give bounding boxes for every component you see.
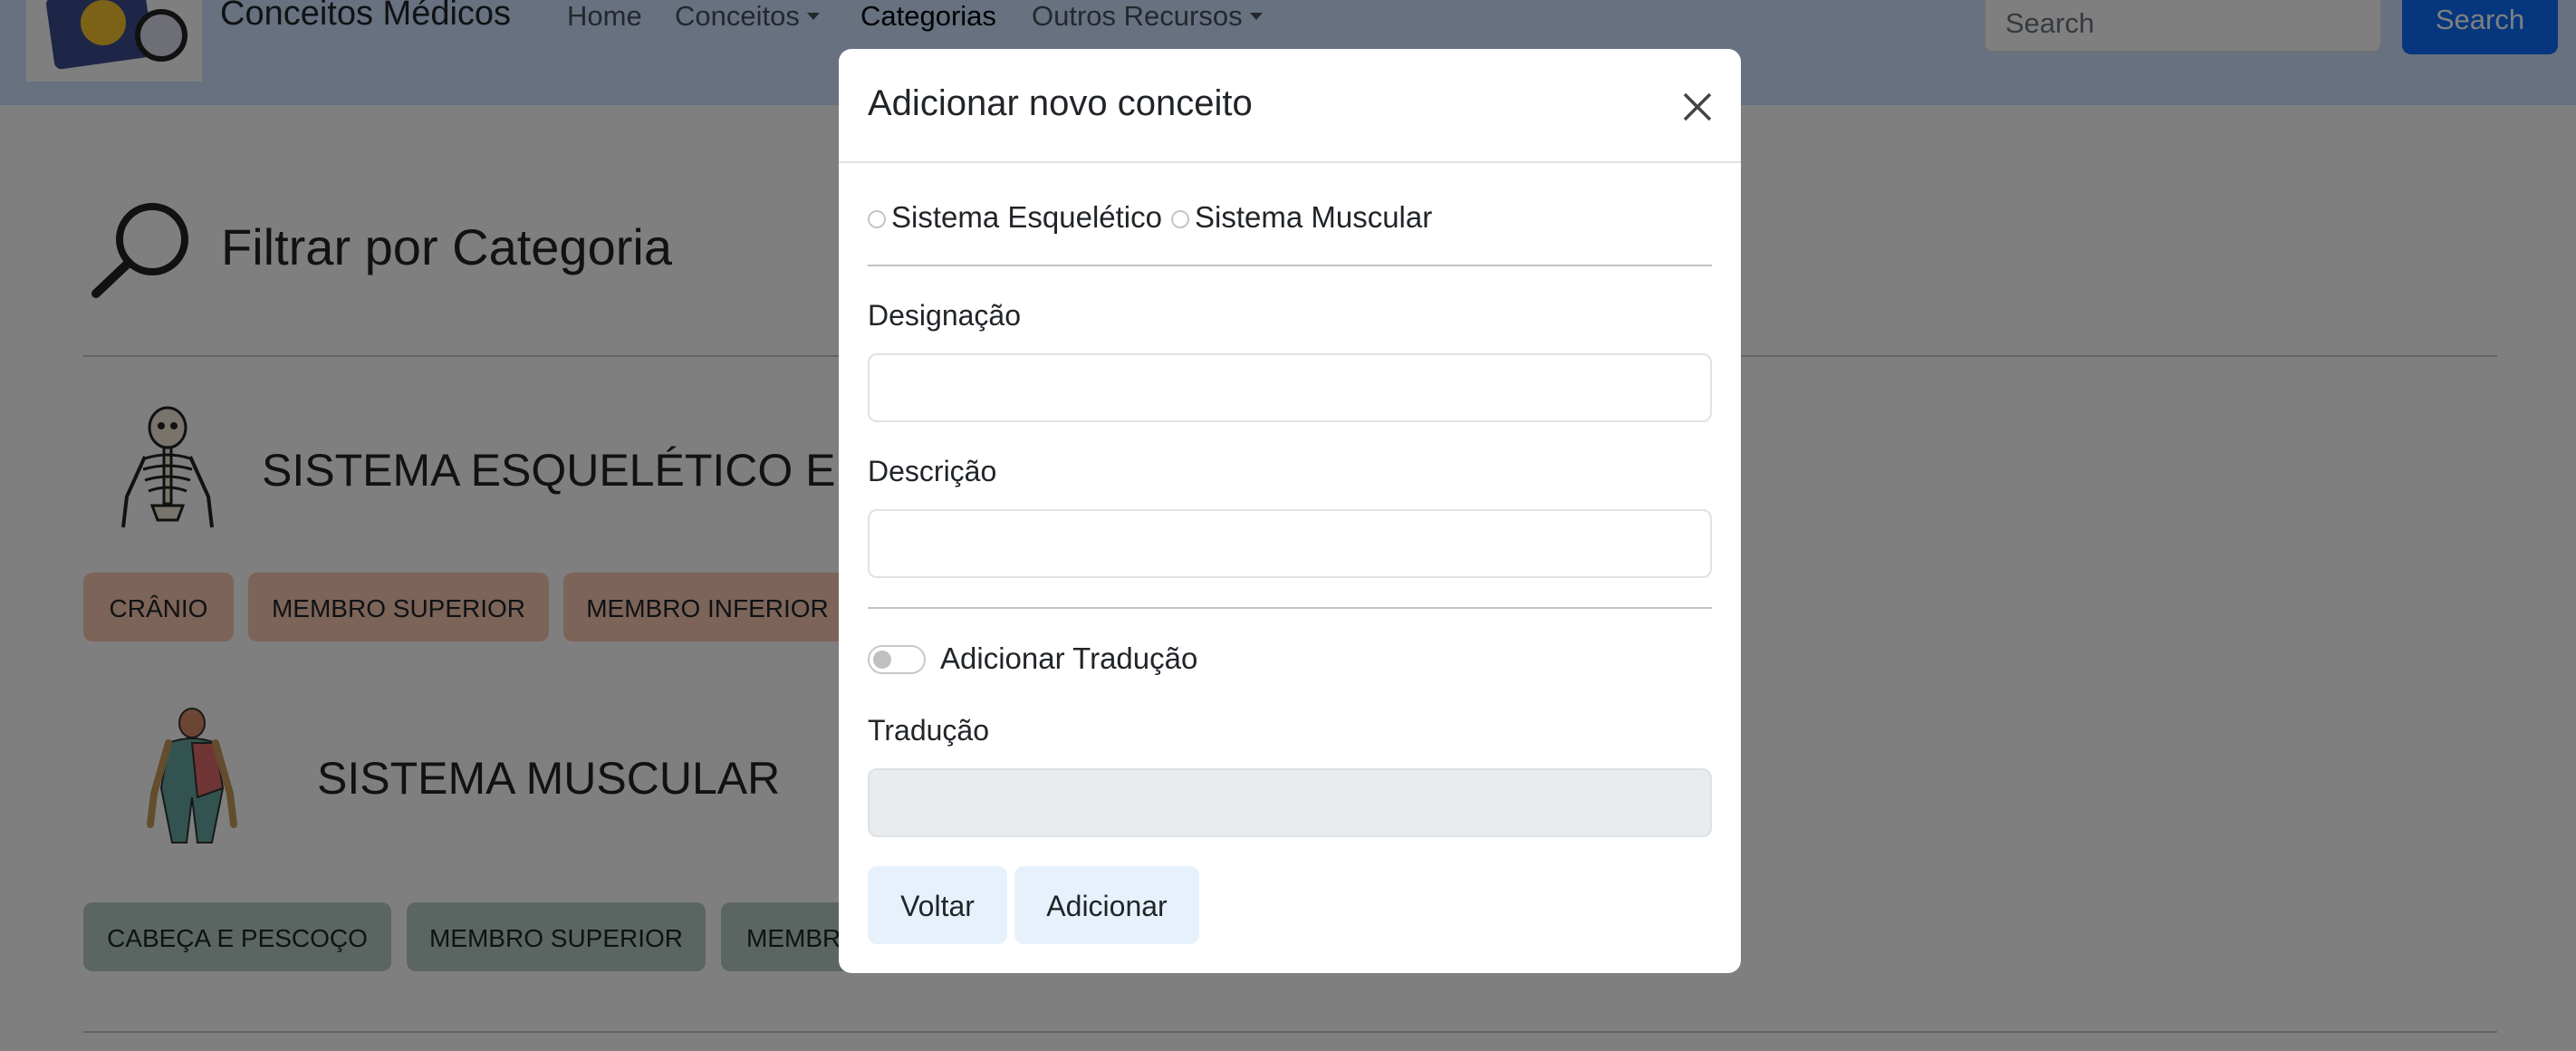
radio-sistema-esqueletico[interactable] — [868, 210, 886, 228]
descricao-field[interactable] — [868, 509, 1712, 578]
radio-sistema-muscular[interactable] — [1170, 210, 1189, 228]
modal-title: Adicionar novo conceito — [868, 83, 1253, 123]
divider — [868, 265, 1712, 266]
traducao-toggle-label[interactable]: Adicionar Tradução — [940, 641, 1197, 676]
close-icon[interactable] — [1677, 87, 1717, 127]
radio-label-esqueletico[interactable]: Sistema Esquelético — [891, 200, 1162, 235]
toggle-knob — [873, 651, 891, 669]
designacao-label: Designação — [868, 299, 1021, 332]
back-button[interactable]: Voltar — [868, 866, 1007, 944]
radio-label-muscular[interactable]: Sistema Muscular — [1195, 200, 1432, 235]
traducao-field — [868, 768, 1712, 837]
modal-header-divider — [839, 161, 1741, 163]
traducao-label: Tradução — [868, 714, 989, 747]
add-concept-modal: Adicionar novo conceito Sistema Esquelét… — [839, 49, 1741, 973]
system-radio-group: Sistema Esquelético Sistema Muscular — [868, 198, 1441, 237]
traducao-toggle[interactable] — [868, 645, 926, 674]
divider — [868, 607, 1712, 609]
descricao-label: Descrição — [868, 455, 997, 487]
designacao-field[interactable] — [868, 353, 1712, 422]
add-button[interactable]: Adicionar — [1014, 866, 1199, 944]
